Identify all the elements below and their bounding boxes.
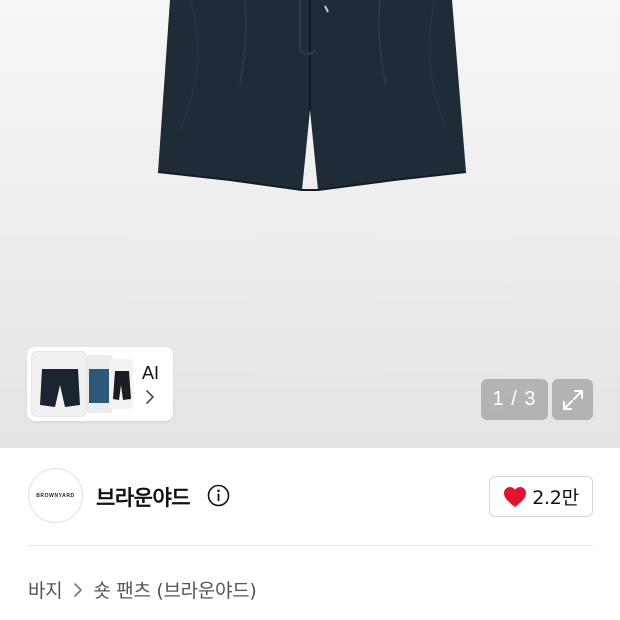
image-counter: 1 / 3 xyxy=(481,379,548,420)
like-count: 2.2만 xyxy=(532,487,579,509)
expand-image-button[interactable] xyxy=(552,379,593,420)
brand-name-link[interactable]: 브라운야드 xyxy=(96,482,191,512)
like-button[interactable]: 2.2만 xyxy=(489,476,593,517)
divider xyxy=(28,545,593,546)
thumbnail-navy-shorts xyxy=(31,351,87,417)
breadcrumb-category-link[interactable]: 바지 xyxy=(28,576,63,603)
chevron-right-icon xyxy=(74,582,83,597)
product-image[interactable] xyxy=(150,0,480,200)
info-icon[interactable] xyxy=(207,484,230,507)
thumbnail-black-shorts xyxy=(109,359,133,409)
expand-icon xyxy=(562,389,583,410)
breadcrumb: 바지 숏 팬츠 (브라운야드) xyxy=(28,576,257,603)
chevron-right-icon xyxy=(146,390,154,404)
brand-logo-text: BROWNYARD xyxy=(36,492,75,499)
heart-icon xyxy=(504,486,527,507)
brand-row: BROWNYARD 브라운야드 2.2만 xyxy=(0,448,620,546)
product-image-gallery[interactable]: AI 1 / 3 xyxy=(0,0,620,448)
breadcrumb-subcategory-link[interactable]: 숏 팬츠 (브라운야드) xyxy=(93,576,256,603)
brand-logo[interactable]: BROWNYARD xyxy=(28,468,83,523)
ai-label: AI xyxy=(142,363,160,383)
ai-similar-products-card[interactable]: AI xyxy=(27,347,173,421)
